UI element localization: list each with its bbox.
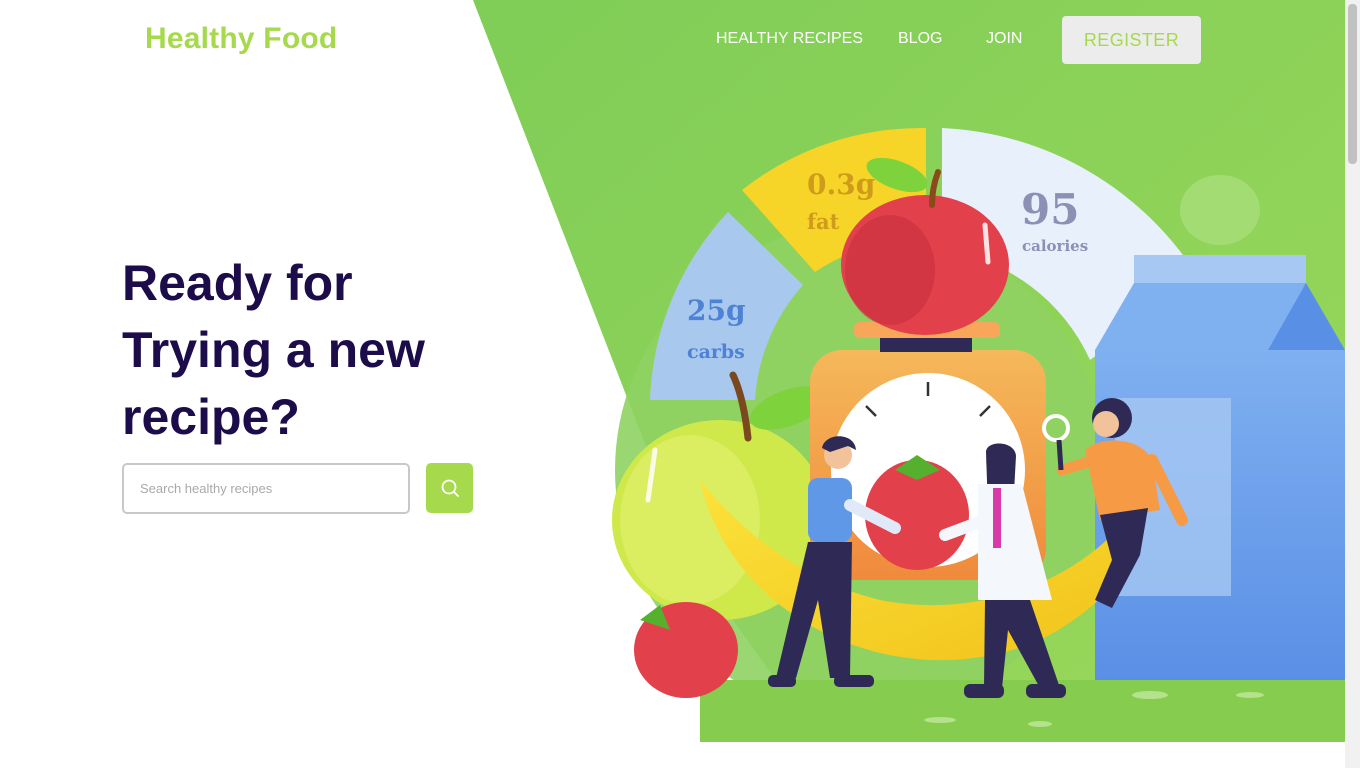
page-scrollbar[interactable] (1345, 0, 1360, 768)
fat-label: fat (807, 209, 840, 234)
scrollbar-thumb[interactable] (1348, 4, 1357, 164)
carbs-value: 25g (687, 294, 746, 327)
strawberry-small (634, 602, 738, 698)
hero-illustration: 0.3g fat 25g carbs 95 calories (612, 127, 1345, 742)
carbs-label: carbs (687, 341, 745, 363)
ground (700, 680, 1345, 742)
fat-value: 0.3g (807, 168, 875, 201)
calories-label: calories (1022, 237, 1088, 255)
calories-value: 95 (1021, 185, 1079, 234)
